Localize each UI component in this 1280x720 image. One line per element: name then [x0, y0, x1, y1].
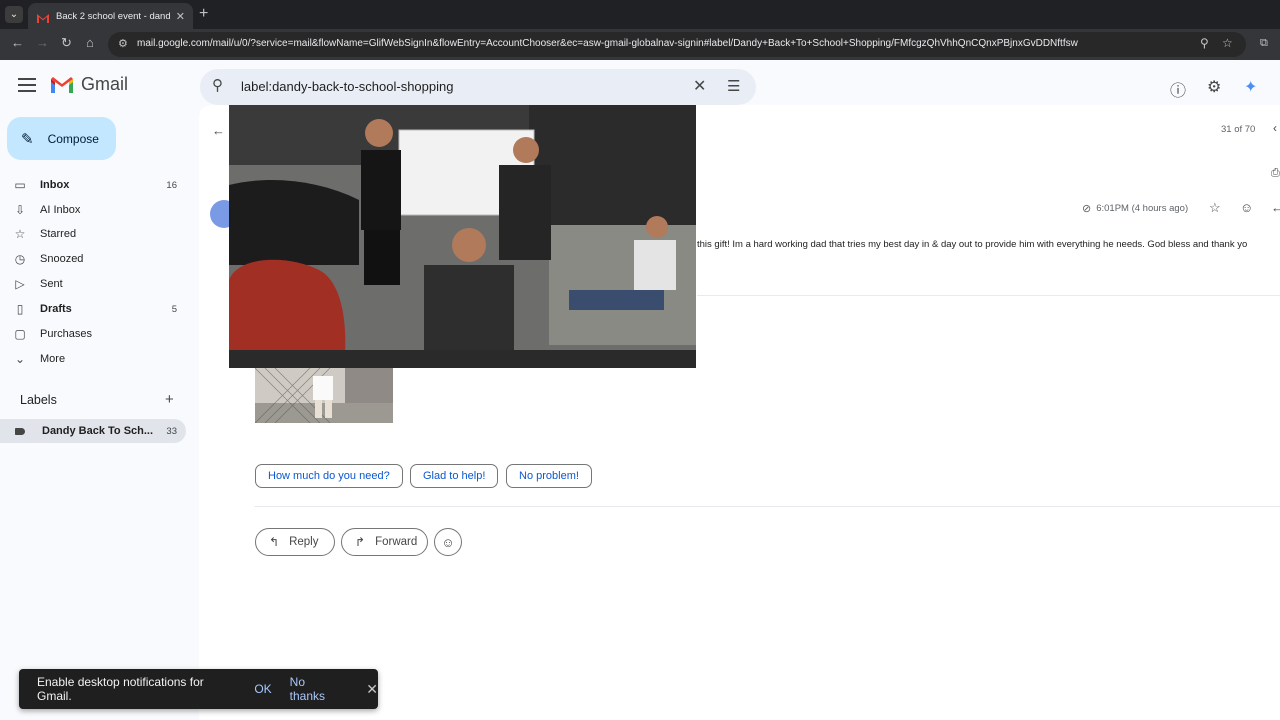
- new-tab-icon[interactable]: +: [199, 5, 208, 23]
- add-label-icon[interactable]: +: [165, 391, 174, 408]
- inbox-icon: ▭: [14, 178, 26, 192]
- forward-icon: ↱: [355, 535, 366, 549]
- close-icon[interactable]: ✕: [366, 681, 378, 698]
- site-info-icon[interactable]: ⚙: [118, 37, 128, 50]
- sidebar-item-purchases[interactable]: ▢ Purchases: [0, 322, 186, 346]
- message-meta: ⊘ 6:01PM (4 hours ago): [1082, 202, 1188, 215]
- draft-icon: ▯: [16, 302, 24, 316]
- ai-inbox-icon: ⇩: [14, 203, 26, 217]
- zoom-icon[interactable]: ⚲: [1200, 36, 1209, 50]
- star-message-icon[interactable]: ☆: [1209, 200, 1221, 216]
- sidebar-item-ai-inbox[interactable]: ⇩ AI Inbox: [0, 198, 186, 222]
- smart-reply-label: Glad to help!: [423, 470, 486, 482]
- sidebar-item-more[interactable]: ⌄ More: [0, 347, 186, 371]
- sidebar-item-label: Purchases: [40, 328, 92, 340]
- reply-icon: ↰: [269, 535, 280, 549]
- tab-search-button[interactable]: ⌄: [5, 6, 23, 23]
- search-icon[interactable]: ⚲: [212, 76, 223, 94]
- label-count: 33: [166, 425, 177, 437]
- message-time: 6:01PM (4 hours ago): [1096, 203, 1189, 214]
- sidebar-item-drafts[interactable]: ▯ Drafts 5: [0, 297, 186, 321]
- browser-tab[interactable]: Back 2 school event - dandyhat ✕: [28, 3, 193, 29]
- sidebar-item-inbox[interactable]: ▭ Inbox 16: [0, 173, 186, 197]
- tab-close-icon[interactable]: ✕: [176, 10, 185, 23]
- reply-label: Reply: [289, 536, 319, 548]
- emoji-reaction-button[interactable]: ☺: [434, 528, 462, 556]
- search-input[interactable]: label:dandy-back-to-school-shopping: [241, 79, 453, 94]
- smart-reply-how-much[interactable]: How much do you need?: [255, 464, 403, 488]
- gemini-sparkle-icon[interactable]: ✦: [1244, 77, 1257, 97]
- settings-gear-icon[interactable]: ⚙: [1207, 77, 1221, 97]
- search-bar[interactable]: ⚲ label:dandy-back-to-school-shopping ✕ …: [200, 69, 756, 105]
- gmail-favicon-icon: [36, 11, 50, 23]
- forward-button[interactable]: ↱ Forward: [341, 528, 428, 556]
- gmail-logo-icon: [50, 76, 74, 94]
- sidebar-item-label: Drafts: [40, 303, 72, 315]
- home-icon[interactable]: ⌂: [86, 35, 94, 50]
- compose-button[interactable]: ✎ Compose: [7, 117, 116, 160]
- main-menu-icon[interactable]: [18, 78, 36, 92]
- gmail-app: Gmail ⚲ label:dandy-back-to-school-shopp…: [0, 60, 1280, 720]
- add-reaction-icon[interactable]: ☺: [1240, 200, 1253, 215]
- chevron-down-icon: ⌄: [14, 352, 26, 366]
- back-arrow-icon[interactable]: ←: [11, 35, 24, 50]
- purchases-icon: ▢: [14, 327, 26, 341]
- forward-arrow-icon[interactable]: →: [36, 35, 49, 50]
- no-thanks-button[interactable]: No thanks: [290, 675, 343, 703]
- tab-title: Back 2 school event - dandyhat: [56, 10, 170, 22]
- bookmark-star-icon[interactable]: ☆: [1222, 36, 1233, 50]
- gmail-logo-text: Gmail: [81, 74, 129, 94]
- enable-notifications-ok-button[interactable]: OK: [254, 682, 271, 696]
- forward-label: Forward: [375, 536, 418, 548]
- send-icon: ▷: [15, 277, 25, 291]
- smart-reply-label: No problem!: [519, 470, 579, 482]
- smart-reply-no-problem[interactable]: No problem!: [506, 464, 592, 488]
- smart-reply-label: How much do you need?: [268, 470, 390, 482]
- sidebar-item-snoozed[interactable]: ◷ Snoozed: [0, 247, 186, 271]
- label-tag-icon: [15, 427, 25, 435]
- browser-tabstrip: ⌄ Back 2 school event - dandyhat ✕ +: [0, 0, 1280, 29]
- help-icon[interactable]: ⓘ: [1170, 77, 1186, 101]
- inbox-count: 16: [166, 179, 177, 191]
- reload-icon[interactable]: ↻: [61, 35, 72, 51]
- sidebar-item-dandy-label[interactable]: Dandy Back To Sch... 33: [0, 419, 186, 443]
- address-bar[interactable]: ⚙ mail.google.com/mail/u/0/?service=mail…: [108, 32, 1246, 57]
- pencil-icon: ✎: [21, 130, 34, 148]
- compose-label: Compose: [47, 131, 99, 146]
- pager-text: 31 of 70: [1221, 124, 1256, 135]
- extensions-icon[interactable]: ⧉: [1260, 37, 1268, 50]
- snackbar-text: Enable desktop notifications for Gmail.: [37, 675, 204, 703]
- labels-heading: Labels: [20, 393, 57, 407]
- browser-toolbar: ← → ↻ ⌂ ⚙ mail.google.com/mail/u/0/?serv…: [0, 29, 1280, 60]
- star-icon: ☆: [14, 227, 26, 241]
- notification-snackbar: Enable desktop notifications for Gmail. …: [19, 669, 378, 709]
- clock-icon: ◷: [14, 252, 26, 266]
- drafts-count: 5: [171, 303, 177, 315]
- gmail-logo[interactable]: Gmail: [50, 74, 128, 95]
- newer-arrow-icon[interactable]: ‹: [1273, 121, 1277, 135]
- divider: [697, 295, 1280, 296]
- divider: [254, 506, 1280, 507]
- print-icon[interactable]: ⎙: [1271, 167, 1280, 180]
- sidebar-item-label: Dandy Back To Sch...: [42, 425, 154, 437]
- smart-reply-glad[interactable]: Glad to help!: [410, 464, 499, 488]
- sidebar-item-sent[interactable]: ▷ Sent: [0, 272, 186, 296]
- attachment-clip-icon: ⊘: [1082, 203, 1092, 215]
- video-overlay-image: [229, 105, 696, 368]
- url-text[interactable]: mail.google.com/mail/u/0/?service=mail&f…: [137, 38, 1187, 49]
- sidebar-item-label: Sent: [40, 278, 63, 290]
- message-body: this gift! Im a hard working dad that tr…: [697, 239, 1248, 250]
- attachment-thumbnail[interactable]: [255, 368, 393, 423]
- sidebar-item-label: Inbox: [40, 179, 70, 191]
- sidebar-item-label: More: [40, 353, 66, 365]
- sidebar-item-label: Starred: [40, 228, 77, 240]
- back-to-list-icon[interactable]: ←: [212, 123, 225, 138]
- sidebar-item-label: AI Inbox: [40, 204, 81, 216]
- search-options-icon[interactable]: ☰: [727, 77, 740, 95]
- reply-button[interactable]: ↰ Reply: [255, 528, 335, 556]
- clear-search-icon[interactable]: ✕: [693, 76, 706, 96]
- sidebar-item-label: Snoozed: [40, 253, 84, 265]
- reply-arrow-icon[interactable]: ←: [1271, 200, 1280, 215]
- sidebar-item-starred[interactable]: ☆ Starred: [0, 222, 186, 246]
